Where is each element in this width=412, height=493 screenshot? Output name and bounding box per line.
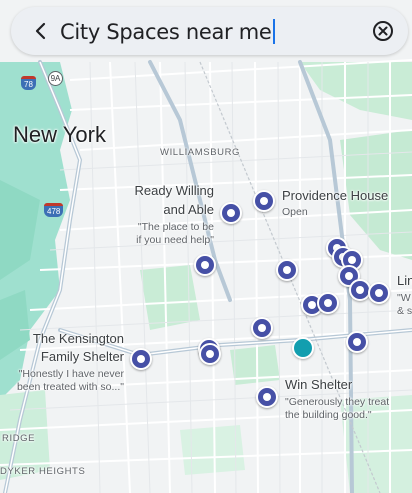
neighborhood-label: WILLIAMSBURG <box>160 147 241 158</box>
place-pin[interactable] <box>317 292 339 314</box>
place-pin-providence-house[interactable] <box>253 190 275 212</box>
place-pin[interactable] <box>276 259 298 281</box>
search-input[interactable]: City Spaces near me <box>60 19 275 44</box>
place-pin-win-shelter[interactable] <box>256 386 278 408</box>
route-shield: 78 <box>21 76 36 90</box>
route-shield: 478 <box>44 203 64 217</box>
arrow-back-icon[interactable] <box>31 21 51 41</box>
place-name[interactable]: Ready Willing <box>135 183 214 198</box>
cancel-circle-icon[interactable] <box>372 20 394 42</box>
neighborhood-label: DYKER HEIGHTS <box>0 466 86 477</box>
text-cursor <box>272 19 275 44</box>
place-name[interactable]: Lin <box>397 273 412 288</box>
place-review: & s <box>397 305 412 317</box>
place-review: been treated with so..." <box>16 381 124 393</box>
place-pin[interactable] <box>199 343 221 365</box>
place-name[interactable]: Providence House <box>282 188 388 203</box>
place-review: if you need help" <box>136 234 214 246</box>
neighborhood-label: RIDGE <box>2 433 36 444</box>
place-name[interactable]: and Able <box>163 202 214 217</box>
place-name[interactable]: Family Shelter <box>41 349 124 364</box>
place-pin[interactable] <box>194 254 216 276</box>
place-review: "Generously they treat <box>285 396 390 408</box>
place-pin[interactable] <box>251 317 273 339</box>
city-label: New York <box>13 122 106 147</box>
place-review: "Honestly I have never <box>18 368 124 380</box>
place-pin-kensington[interactable] <box>130 348 152 370</box>
current-location-marker <box>292 337 314 359</box>
search-query-text: City Spaces near me <box>60 20 272 44</box>
place-pin[interactable] <box>346 331 368 353</box>
place-status: Open <box>282 206 308 218</box>
place-review: "The place to be <box>137 221 214 233</box>
place-name[interactable]: Win Shelter <box>285 377 352 392</box>
place-review: the building good." <box>285 409 372 421</box>
place-name[interactable]: The Kensington <box>33 331 124 346</box>
place-pin-ready-willing[interactable] <box>220 202 242 224</box>
search-bar[interactable]: City Spaces near me <box>11 7 408 55</box>
place-review: "W <box>397 292 411 304</box>
route-marker: 9A <box>48 71 63 86</box>
place-pin[interactable] <box>368 282 390 304</box>
